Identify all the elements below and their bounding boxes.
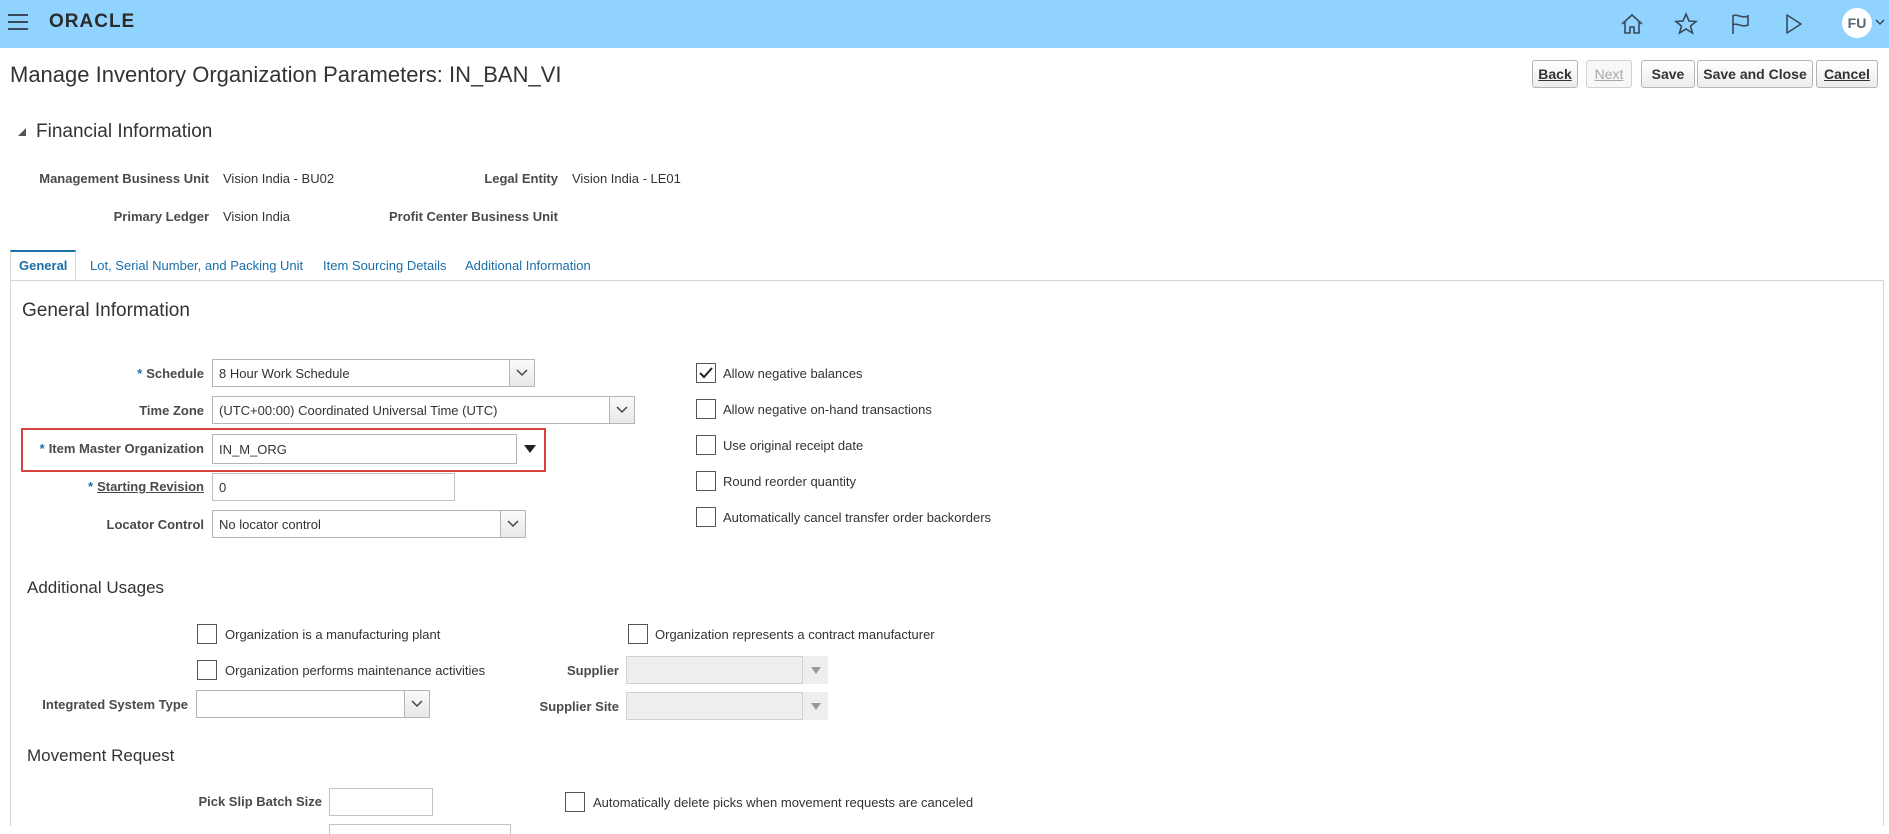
pick-slip-batch-size-input[interactable] [329,788,433,816]
round-reorder-quantity-label: Round reorder quantity [723,474,856,489]
locator-control-label: Locator Control [106,517,205,532]
chevron-down-icon[interactable] [609,396,635,424]
collapse-triangle-icon[interactable] [17,127,27,137]
locator-control-select[interactable]: No locator control [212,510,526,538]
profit-center-business-unit-label: Profit Center Business Unit [388,209,558,224]
use-original-receipt-date-label: Use original receipt date [723,438,864,453]
maintenance-activities-checkbox[interactable] [197,660,217,680]
item-master-organization-label: * Item Master Organization [39,441,204,456]
chevron-down-icon[interactable] [404,690,430,718]
contract-manufacturer-checkbox[interactable] [628,624,648,644]
primary-ledger-label: Primary Ledger [113,209,209,224]
auto-cancel-transfer-order-checkbox[interactable] [696,507,716,527]
allow-negative-balances-checkbox[interactable] [696,363,716,383]
pick-slip-batch-size-label: Pick Slip Batch Size [198,794,322,809]
allow-negative-balances-label: Allow negative balances [723,366,863,381]
star-icon[interactable] [1672,10,1700,38]
supplier-site-label: Supplier Site [539,699,619,714]
management-business-unit-value: Vision India - BU02 [223,171,335,186]
financial-information-title: Financial Information [36,121,213,142]
avatar[interactable]: FU [1842,8,1872,38]
back-button[interactable]: Back [1532,60,1578,88]
save-and-close-button[interactable]: Save and Close [1697,60,1813,88]
legal-entity-value: Vision India - LE01 [572,171,681,186]
cancel-button[interactable]: Cancel [1816,60,1878,88]
tab-lot-serial-packing[interactable]: Lot, Serial Number, and Packing Unit [90,258,303,273]
integrated-system-type-select[interactable] [196,690,430,718]
item-master-organization-value: IN_M_ORG [219,441,287,457]
tab-general[interactable]: General [10,250,77,280]
schedule-value: 8 Hour Work Schedule [219,365,350,381]
management-business-unit-label: Management Business Unit [39,171,209,186]
maintenance-activities-label: Organization performs maintenance activi… [225,663,486,678]
tab-additional-information[interactable]: Additional Information [465,258,591,273]
global-header: ORACLE FU [0,0,1889,48]
next-button[interactable]: Next [1586,60,1632,88]
starting-revision-label: * Starting Revision [88,479,204,494]
page-title: Manage Inventory Organization Parameters… [10,62,562,87]
integrated-system-type-label: Integrated System Type [42,697,188,712]
item-master-organization-select[interactable]: IN_M_ORG [212,434,542,464]
supplier-label: Supplier [566,663,619,678]
contract-manufacturer-label: Organization represents a contract manuf… [655,627,935,642]
auto-delete-picks-checkbox[interactable] [565,792,585,812]
primary-ledger-value: Vision India [223,209,290,224]
schedule-select[interactable]: 8 Hour Work Schedule [212,359,535,387]
save-button[interactable]: Save [1641,60,1695,88]
play-icon[interactable] [1779,10,1807,38]
flag-icon[interactable] [1726,10,1754,38]
movement-request-title: Movement Request [27,746,175,765]
locator-control-value: No locator control [219,516,321,532]
supplier-select[interactable] [626,656,828,684]
auto-delete-picks-label: Automatically delete picks when movement… [593,795,974,810]
starting-revision-input[interactable]: 0 [212,473,455,501]
additional-usages-title: Additional Usages [27,578,165,597]
dropdown-arrow-icon[interactable] [802,692,828,720]
tab-item-sourcing-details[interactable]: Item Sourcing Details [323,258,447,273]
chevron-down-icon[interactable] [500,510,526,538]
oracle-logo[interactable]: ORACLE [49,11,135,33]
home-icon[interactable] [1618,10,1646,38]
use-original-receipt-date-checkbox[interactable] [696,435,716,455]
general-information-title: General Information [22,300,190,321]
time-zone-label: Time Zone [139,403,204,418]
supplier-site-select[interactable] [626,692,828,720]
chevron-down-icon[interactable] [1874,16,1886,28]
allow-negative-onhand-checkbox[interactable] [696,399,716,419]
time-zone-value: (UTC+00:00) Coordinated Universal Time (… [219,402,498,418]
checkmark-icon [699,367,713,379]
time-zone-select[interactable]: (UTC+00:00) Coordinated Universal Time (… [212,396,635,424]
dropdown-arrow-icon[interactable] [516,434,542,464]
round-reorder-quantity-checkbox[interactable] [696,471,716,491]
schedule-label: * Schedule [137,366,204,381]
manufacturing-plant-label: Organization is a manufacturing plant [225,627,441,642]
manufacturing-plant-checkbox[interactable] [197,624,217,644]
chevron-down-icon[interactable] [509,359,535,387]
menu-icon[interactable] [8,14,28,32]
legal-entity-label: Legal Entity [484,171,558,186]
auto-cancel-transfer-order-label: Automatically cancel transfer order back… [723,510,992,525]
dropdown-arrow-icon[interactable] [802,656,828,684]
allow-negative-onhand-label: Allow negative on-hand transactions [723,402,932,417]
